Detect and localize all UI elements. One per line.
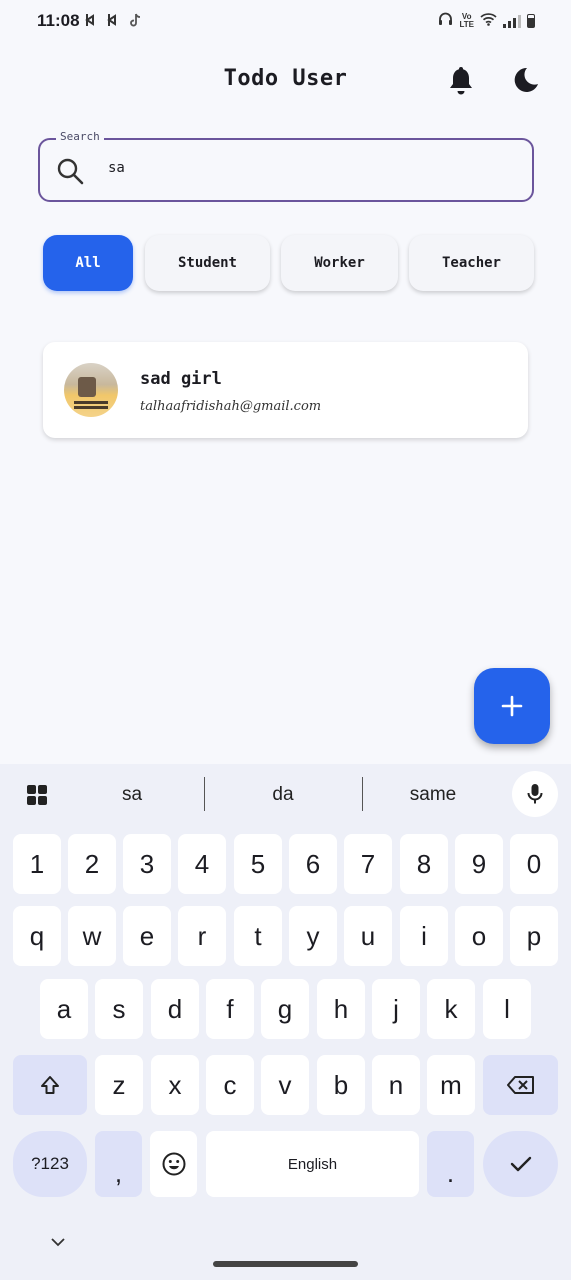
key-l[interactable]: l <box>483 979 531 1039</box>
user-name: sad girl <box>140 369 222 389</box>
key-c[interactable]: c <box>206 1055 254 1115</box>
key-e[interactable]: e <box>123 906 171 966</box>
key-r[interactable]: r <box>178 906 226 966</box>
suggestion-divider <box>362 777 363 811</box>
filter-chip-teacher[interactable]: Teacher <box>409 235 534 291</box>
moon-icon[interactable] <box>512 66 540 94</box>
key-7[interactable]: 7 <box>344 834 392 894</box>
shift-key[interactable] <box>13 1055 87 1115</box>
search-input[interactable] <box>108 160 508 176</box>
key-6[interactable]: 6 <box>289 834 337 894</box>
key-a[interactable]: a <box>40 979 88 1039</box>
period-key[interactable]: . <box>427 1131 474 1197</box>
keyboard: sa da same 1 2 3 4 5 6 7 8 9 0 q w e r t… <box>0 764 571 1280</box>
key-4[interactable]: 4 <box>178 834 226 894</box>
key-8[interactable]: 8 <box>400 834 448 894</box>
b-notification-icon <box>84 12 100 31</box>
search-label: Search <box>56 130 104 143</box>
mic-button[interactable] <box>512 771 558 817</box>
key-s[interactable]: s <box>95 979 143 1039</box>
key-g[interactable]: g <box>261 979 309 1039</box>
backspace-key[interactable] <box>483 1055 558 1115</box>
search-icon <box>56 157 84 185</box>
key-m[interactable]: m <box>427 1055 475 1115</box>
signal-icon <box>503 14 521 28</box>
key-k[interactable]: k <box>427 979 475 1039</box>
page-title: Todo User <box>223 66 348 91</box>
suggestion-2[interactable]: da <box>253 784 313 806</box>
volte-icon: Vo LTE <box>459 11 474 29</box>
emoji-key[interactable] <box>150 1131 197 1197</box>
status-icons: Vo LTE <box>438 12 535 29</box>
suggestion-3[interactable]: same <box>398 784 468 806</box>
key-x[interactable]: x <box>151 1055 199 1115</box>
key-n[interactable]: n <box>372 1055 420 1115</box>
key-t[interactable]: t <box>234 906 282 966</box>
tiktok-icon <box>128 12 144 31</box>
key-y[interactable]: y <box>289 906 337 966</box>
key-0[interactable]: 0 <box>510 834 558 894</box>
key-w[interactable]: w <box>68 906 116 966</box>
user-email: talhaafridishah@gmail.com <box>140 399 322 414</box>
key-9[interactable]: 9 <box>455 834 503 894</box>
emoji-icon <box>162 1152 185 1176</box>
filter-chip-student[interactable]: Student <box>145 235 270 291</box>
wifi-icon <box>480 12 497 29</box>
comma-key[interactable]: , <box>95 1131 142 1197</box>
key-3[interactable]: 3 <box>123 834 171 894</box>
mic-icon <box>527 784 543 804</box>
backspace-icon <box>506 1076 534 1094</box>
home-indicator[interactable] <box>213 1261 358 1267</box>
avatar <box>64 363 118 417</box>
suggestion-divider <box>204 777 205 811</box>
key-h[interactable]: h <box>317 979 365 1039</box>
filter-chip-all[interactable]: All <box>43 235 133 291</box>
key-d[interactable]: d <box>151 979 199 1039</box>
add-user-button[interactable] <box>474 668 550 744</box>
search-field[interactable]: Search <box>38 130 534 202</box>
key-u[interactable]: u <box>344 906 392 966</box>
key-q[interactable]: q <box>13 906 61 966</box>
checkmark-icon <box>510 1156 531 1172</box>
b-notification-icon <box>106 12 122 31</box>
key-2[interactable]: 2 <box>68 834 116 894</box>
bell-icon[interactable] <box>447 66 475 96</box>
suggestion-1[interactable]: sa <box>102 784 162 806</box>
key-f[interactable]: f <box>206 979 254 1039</box>
space-key[interactable]: English <box>206 1131 419 1197</box>
chevron-down-icon[interactable] <box>50 1234 66 1247</box>
key-v[interactable]: v <box>261 1055 309 1115</box>
key-b[interactable]: b <box>317 1055 365 1115</box>
status-bar: 11:08 Vo LTE <box>0 0 571 44</box>
key-i[interactable]: i <box>400 906 448 966</box>
key-p[interactable]: p <box>510 906 558 966</box>
symbols-key[interactable]: ?123 <box>13 1131 87 1197</box>
status-time: 11:08 <box>37 11 80 30</box>
enter-key[interactable] <box>483 1131 558 1197</box>
key-j[interactable]: j <box>372 979 420 1039</box>
headphones-icon <box>438 12 453 29</box>
filter-chip-worker[interactable]: Worker <box>281 235 398 291</box>
plus-icon <box>501 695 523 717</box>
battery-icon <box>527 13 535 28</box>
key-o[interactable]: o <box>455 906 503 966</box>
key-z[interactable]: z <box>95 1055 143 1115</box>
apps-grid-icon[interactable] <box>26 784 48 806</box>
key-5[interactable]: 5 <box>234 834 282 894</box>
user-card[interactable]: sad girl talhaafridishah@gmail.com <box>43 342 528 438</box>
shift-icon <box>41 1076 59 1094</box>
key-1[interactable]: 1 <box>13 834 61 894</box>
